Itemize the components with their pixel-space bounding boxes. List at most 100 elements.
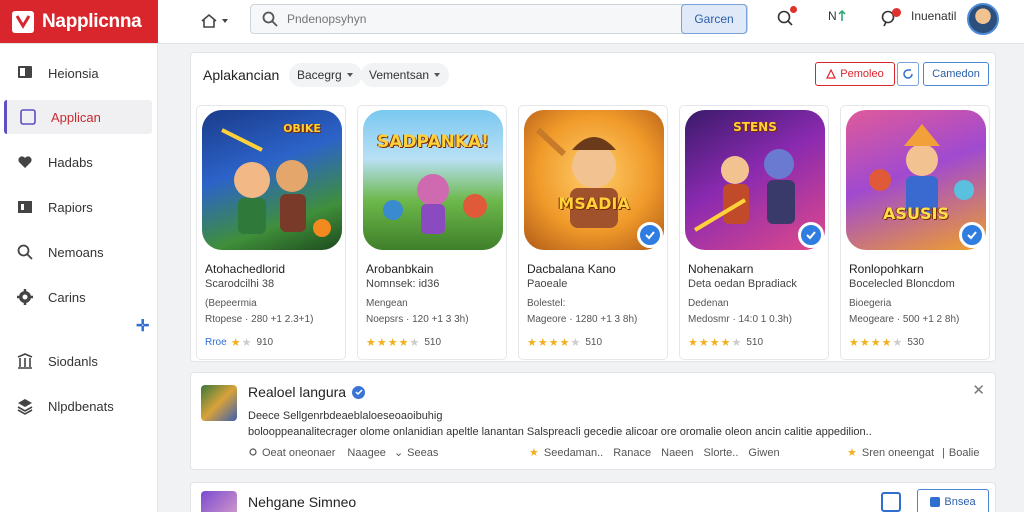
verified-badge-icon — [798, 222, 824, 248]
library-icon — [17, 353, 33, 369]
featured-line-2: bolooppeanalitecrager olome onlanidian a… — [248, 426, 872, 438]
filter-dropdown-2[interactable]: Vementsan — [361, 63, 450, 87]
sidebar-item-label: Heionsia — [48, 65, 99, 81]
app-icon — [20, 109, 36, 125]
item-thumbnail — [201, 491, 237, 512]
search-input[interactable] — [287, 12, 667, 26]
rating-stars: ★★★★★ — [688, 337, 743, 349]
item-action-button[interactable]: Bnsea — [917, 489, 989, 512]
nav-shortcut-label: N — [828, 9, 837, 23]
star-icon: ★ — [529, 447, 540, 459]
sidebar-item-label: Nlpdbenats — [48, 398, 114, 414]
home-button[interactable] — [200, 8, 236, 34]
rating-stars: ★★★★★ — [366, 337, 421, 349]
card-title: Atohachedlorid — [205, 262, 286, 276]
app-artwork: OBIKE — [202, 110, 342, 250]
app-logo[interactable]: Napplicnna — [0, 0, 158, 43]
card-meta: Bioegeria — [849, 298, 892, 309]
featured-meta-middle: ★ Seedaman.. Ranace Naeen Slorte.. Giwen — [529, 446, 780, 460]
card-meta: (Bepeermia — [205, 298, 257, 309]
card-title: Arobanbkain — [366, 262, 434, 276]
meta-text: Sren oneengat — [861, 446, 935, 459]
featured-item-card[interactable]: Realoel langura ✕ Deece Sellgenrbdeaebla… — [190, 372, 996, 470]
featured-title: Realoel langura — [248, 384, 366, 400]
art-title: OBIKE — [283, 122, 321, 135]
meta-text: Naeen — [661, 446, 694, 459]
add-icon[interactable]: ✛ — [136, 316, 149, 336]
sidebar-item-label: Siodanls — [48, 353, 98, 369]
rating-count: 510 — [585, 337, 603, 348]
card-title: Ronlopohkarn — [849, 262, 924, 276]
card-footer: ★★★★★ 510 — [688, 336, 763, 349]
panel-title: Aplakancian — [203, 67, 280, 83]
list-item[interactable]: Nehgane Simneo Bnsea — [190, 482, 996, 512]
sidebar-item-label: Rapiors — [48, 199, 93, 215]
close-icon[interactable]: ✕ — [972, 381, 985, 399]
verified-badge-icon — [959, 222, 985, 248]
card-subtitle: Scarodcilhi 38 — [205, 278, 275, 290]
logo-text: Napplicnna — [42, 10, 142, 32]
art-title: SADPANKA! — [377, 132, 489, 152]
verified-badge-icon — [637, 222, 663, 248]
refresh-icon — [903, 69, 913, 79]
alerts-button[interactable] — [880, 8, 901, 27]
card-footer: Rroe ★★ 910 — [205, 336, 273, 349]
gear-icon — [17, 289, 33, 305]
rating-count: 510 — [746, 337, 764, 348]
nav-shortcut-button[interactable]: N — [828, 9, 847, 23]
arrows-icon — [838, 10, 846, 21]
app-artwork: SADPANKA! — [363, 110, 503, 250]
search-button[interactable]: Garcen — [681, 4, 747, 34]
featured-thumbnail — [201, 385, 237, 421]
card-meta-2: Medosmr · 14:0 1 0.3h) — [688, 314, 792, 325]
sidebar-item-reports[interactable]: Rapiors — [4, 190, 152, 224]
art-title: ASUSIS — [883, 204, 949, 223]
secondary-action-button[interactable]: Camedon — [923, 62, 989, 86]
app-card[interactable]: OBIKE Atohachedlorid Scarodcilhi 38 (Bep… — [196, 105, 346, 360]
rating-stars: ★★ — [230, 337, 253, 349]
card-footer: ★★★★★ 510 — [366, 336, 441, 349]
app-card[interactable]: SADPANKA! Arobanbkain Nomnsek: id36 Meng… — [357, 105, 507, 360]
search-bar: Garcen — [250, 4, 748, 34]
sidebar-item-settings[interactable]: Carins — [4, 280, 152, 314]
featured-meta-right: ★ Sren oneengat | Boalie — [847, 446, 980, 460]
app-card[interactable]: STENS Nohenakarn Deta oedan Bpradiack De… — [679, 105, 829, 360]
app-card[interactable]: MSADIA Dacbalana Kano Paoeale Bolestel: … — [518, 105, 668, 360]
featured-title-text: Realoel langura — [248, 384, 347, 400]
report-icon — [18, 201, 32, 213]
sidebar-item-stack[interactable]: Nlpdbenats — [4, 389, 152, 423]
avatar[interactable] — [967, 3, 999, 35]
heart-icon — [18, 156, 32, 168]
app-card[interactable]: ASUSIS Ronlopohkarn Bocelecled Bloncdom … — [840, 105, 990, 360]
filter-label: Vementsan — [369, 68, 430, 82]
chevron-down-icon — [434, 73, 441, 77]
notifications-button[interactable] — [776, 6, 797, 27]
chevron-down-icon — [222, 19, 228, 23]
card-meta-2: Meogeare · 500 +1 2 8h) — [849, 314, 960, 325]
meta-text: Ranace — [613, 446, 652, 459]
sidebar-item-search[interactable]: Nemoans — [4, 235, 152, 269]
sidebar-item-library[interactable]: Siodanls — [4, 344, 152, 378]
card-meta: Dedenan — [688, 298, 729, 309]
sidebar-item-home[interactable]: Heionsia — [4, 56, 152, 90]
chevron-down-icon — [346, 73, 353, 77]
card-title: Nohenakarn — [688, 262, 754, 276]
sidebar: Heionsia Applican Hadabs Rapiors Nemoans… — [0, 44, 158, 512]
primary-action-button[interactable]: Pemoleo — [815, 62, 895, 86]
rating-count: 530 — [907, 337, 925, 348]
check-icon — [930, 497, 941, 507]
card-meta: Mengean — [366, 298, 408, 309]
user-menu[interactable]: Inuenatil — [911, 9, 956, 23]
sidebar-item-label: Hadabs — [48, 154, 93, 170]
open-icon[interactable] — [881, 492, 901, 512]
sidebar-item-label: Applican — [51, 109, 101, 125]
rating-stars: ★★★★★ — [527, 337, 582, 349]
meta-text: Oeat oneonaer — [262, 446, 336, 459]
filter-dropdown-1[interactable]: Bacegrg — [289, 63, 362, 87]
art-title: STENS — [733, 120, 777, 134]
rating-stars: ★★★★★ — [849, 337, 904, 349]
sidebar-item-favorites[interactable]: Hadabs — [4, 145, 152, 179]
featured-meta-left: Oeat oneonaer Naagee ⌄ Seeas — [248, 446, 438, 459]
sidebar-item-applications[interactable]: Applican — [4, 100, 152, 134]
refresh-button[interactable] — [897, 62, 919, 86]
